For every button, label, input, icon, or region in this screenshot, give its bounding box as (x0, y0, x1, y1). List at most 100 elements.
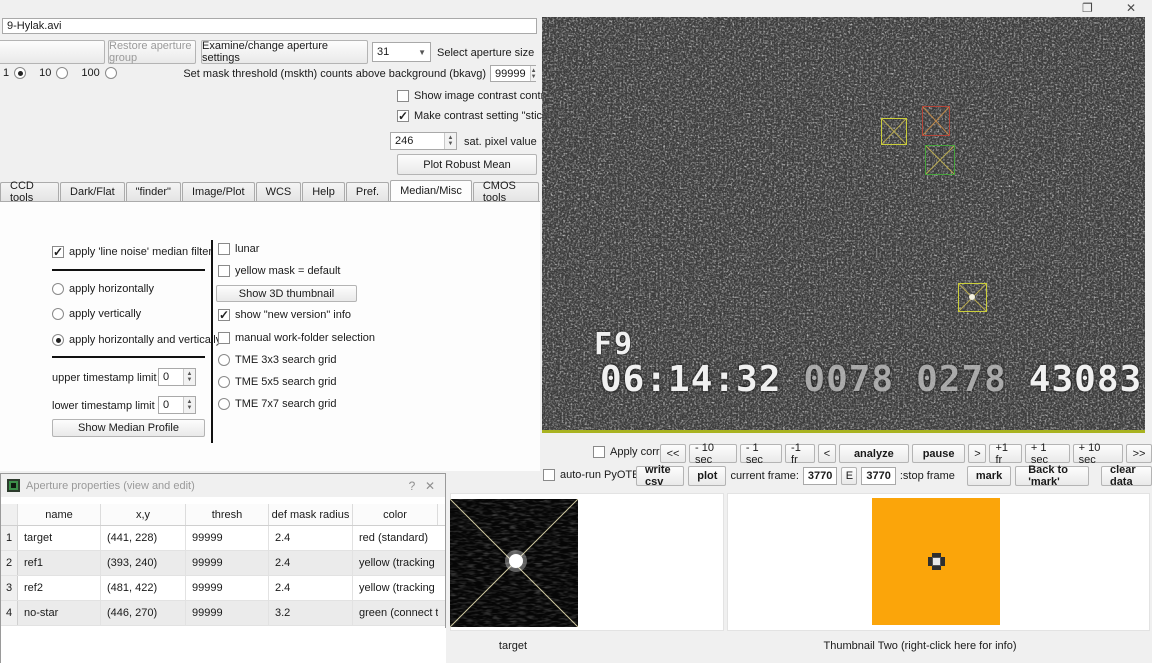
aperture-size-select[interactable]: 31 ▼ (372, 42, 431, 62)
tab-finder[interactable]: "finder" (126, 182, 181, 201)
analyze-button[interactable]: analyze (839, 444, 909, 463)
cell-thresh[interactable]: 99999 (186, 526, 269, 550)
cell-xy[interactable]: (393, 240) (101, 551, 186, 575)
sat-pixel-spinbox[interactable]: 246 ▲▼ (390, 132, 457, 150)
mark-button[interactable]: mark (967, 466, 1011, 486)
tab-wcs[interactable]: WCS (256, 182, 302, 201)
tme5-radio[interactable] (218, 376, 230, 388)
table-row[interactable]: 4 no-star (446, 270) 99999 3.2 green (co… (1, 601, 445, 626)
table-row[interactable]: 1 target (441, 228) 99999 2.4 red (stand… (1, 526, 445, 551)
apply-corr-checkbox[interactable] (593, 446, 605, 458)
maximize-icon[interactable]: ❐ (1082, 1, 1093, 15)
tme3-radio[interactable] (218, 354, 230, 366)
cell-thresh[interactable]: 99999 (186, 551, 269, 575)
cell-name[interactable]: no-star (18, 601, 101, 625)
radio-100[interactable] (105, 67, 117, 79)
col-color[interactable]: color (353, 504, 438, 525)
current-frame-input[interactable]: 3770 (803, 467, 837, 485)
cell-color[interactable]: red (standard) (353, 526, 438, 550)
back-1s-button[interactable]: - 1 sec (740, 444, 782, 463)
restore-aperture-group-button[interactable]: Restore aperture group (108, 40, 196, 64)
clear-data-button[interactable]: clear data (1101, 466, 1152, 486)
spinner-arrows-icon[interactable]: ▲▼ (183, 369, 195, 385)
seek-end-button[interactable]: >> (1126, 444, 1152, 463)
write-csv-button[interactable]: write csv (636, 466, 684, 486)
apply-both-radio[interactable] (52, 334, 64, 346)
cropped-button[interactable] (0, 40, 105, 64)
spinner-arrows-icon[interactable]: ▲▼ (530, 66, 537, 81)
lower-timestamp-spinbox[interactable]: 0 ▲▼ (158, 396, 196, 414)
pause-button[interactable]: pause (912, 444, 966, 463)
target-thumbnail[interactable] (450, 499, 578, 627)
col-radius[interactable]: def mask radius (269, 504, 353, 525)
back-1fr-button[interactable]: -1 fr (785, 444, 815, 463)
step-fwd-button[interactable]: > (968, 444, 986, 463)
tab-help[interactable]: Help (302, 182, 345, 201)
apply-vertical-radio[interactable] (52, 308, 64, 320)
cell-radius[interactable]: 2.4 (269, 526, 353, 550)
cell-xy[interactable]: (441, 228) (101, 526, 186, 550)
tab-image-plot[interactable]: Image/Plot (182, 182, 255, 201)
show-median-profile-button[interactable]: Show Median Profile (52, 419, 205, 437)
apply-horizontal-radio[interactable] (52, 283, 64, 295)
aperture-green[interactable] (925, 145, 955, 175)
cell-xy[interactable]: (481, 422) (101, 576, 186, 600)
cell-color[interactable]: yellow (tracking ... (353, 576, 438, 600)
tab-ccd-tools[interactable]: CCD tools (0, 182, 59, 201)
table-row[interactable]: 2 ref1 (393, 240) 99999 2.4 yellow (trac… (1, 551, 445, 576)
show-3d-thumbnail-button[interactable]: Show 3D thumbnail (216, 285, 357, 302)
examine-aperture-settings-button[interactable]: Examine/change aperture settings (201, 40, 368, 64)
tab-cmos-tools[interactable]: CMOS tools (473, 182, 539, 201)
aperture-red-target[interactable] (922, 106, 950, 136)
cell-radius[interactable]: 2.4 (269, 576, 353, 600)
mask-threshold-spinbox[interactable]: 99999 ▲▼ (490, 65, 536, 82)
cell-name[interactable]: ref2 (18, 576, 101, 600)
table-row[interactable]: 3 ref2 (481, 422) 99999 2.4 yellow (trac… (1, 576, 445, 601)
manual-folder-checkbox[interactable] (218, 332, 230, 344)
back-10s-button[interactable]: - 10 sec (689, 444, 737, 463)
cell-name[interactable]: target (18, 526, 101, 550)
cell-name[interactable]: ref1 (18, 551, 101, 575)
col-thresh[interactable]: thresh (186, 504, 269, 525)
col-xy[interactable]: x,y (101, 504, 186, 525)
thumbnail-two[interactable] (872, 498, 1000, 625)
spinner-arrows-icon[interactable]: ▲▼ (444, 133, 456, 149)
sticky-contrast-checkbox[interactable] (397, 110, 409, 122)
dialog-close-icon[interactable]: ✕ (421, 479, 439, 493)
seek-start-button[interactable]: << (660, 444, 686, 463)
tab-median-misc[interactable]: Median/Misc (390, 180, 472, 201)
video-frame-view[interactable]: F9 06:14:32 0078 0278 43083 (542, 17, 1145, 433)
upper-timestamp-spinbox[interactable]: 0 ▲▼ (158, 368, 196, 386)
radio-1[interactable] (14, 67, 26, 79)
cell-color[interactable]: green (connect t... (353, 601, 438, 625)
cell-color[interactable]: yellow (tracking ... (353, 551, 438, 575)
cell-thresh[interactable]: 99999 (186, 576, 269, 600)
filename-field[interactable]: 9-Hylak.avi (2, 18, 537, 34)
radio-10[interactable] (56, 67, 68, 79)
plot-button[interactable]: plot (688, 466, 726, 486)
cell-radius[interactable]: 3.2 (269, 601, 353, 625)
line-noise-checkbox[interactable] (52, 246, 64, 258)
plot-robust-mean-button[interactable]: Plot Robust Mean (397, 154, 537, 175)
tab-pref[interactable]: Pref. (346, 182, 389, 201)
stop-frame-input[interactable]: 3770 (861, 467, 895, 485)
back-to-mark-button[interactable]: Back to 'mark' (1015, 466, 1089, 486)
new-version-checkbox[interactable] (218, 309, 230, 321)
cell-thresh[interactable]: 99999 (186, 601, 269, 625)
lunar-checkbox[interactable] (218, 243, 230, 255)
step-back-button[interactable]: < (818, 444, 836, 463)
e-button[interactable]: E (841, 467, 857, 485)
fwd-1fr-button[interactable]: +1 fr (989, 444, 1021, 463)
tme7-radio[interactable] (218, 398, 230, 410)
cell-radius[interactable]: 2.4 (269, 551, 353, 575)
spinner-arrows-icon[interactable]: ▲▼ (183, 397, 195, 413)
aperture-yellow-1[interactable] (881, 118, 907, 145)
fwd-1s-button[interactable]: + 1 sec (1025, 444, 1070, 463)
col-name[interactable]: name (18, 504, 101, 525)
close-icon[interactable]: ✕ (1126, 1, 1136, 15)
cell-xy[interactable]: (446, 270) (101, 601, 186, 625)
yellow-mask-checkbox[interactable] (218, 265, 230, 277)
show-contrast-checkbox[interactable] (397, 90, 409, 102)
auto-run-pyote-checkbox[interactable] (543, 469, 555, 481)
dialog-help-button[interactable]: ? (403, 479, 421, 493)
